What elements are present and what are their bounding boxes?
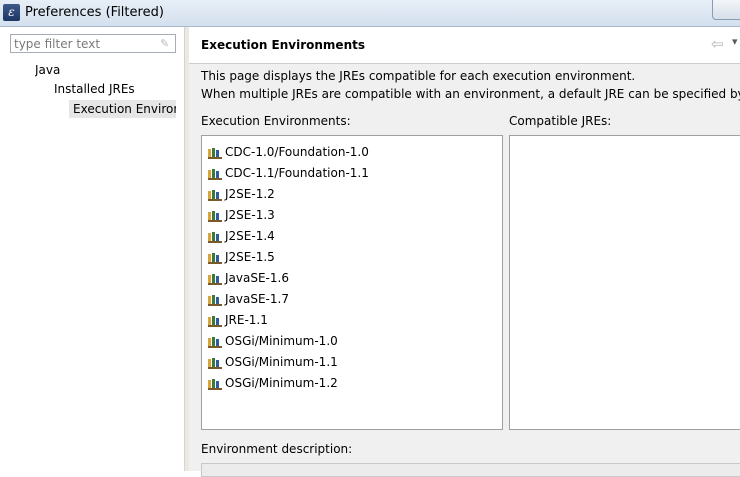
list-item-label: CDC-1.0/Foundation-1.0 — [225, 145, 369, 159]
compatible-jres-label: Compatible JREs: — [509, 114, 612, 128]
tree-item-execution-environments[interactable]: Execution Environments — [69, 100, 176, 118]
list-item[interactable]: OSGi/Minimum-1.1 — [208, 352, 338, 373]
list-item-label: OSGi/Minimum-1.2 — [225, 376, 338, 390]
list-item[interactable]: CDC-1.0/Foundation-1.0 — [208, 142, 369, 163]
list-item-label: J2SE-1.5 — [225, 250, 275, 264]
list-item[interactable]: JRE-1.1 — [208, 310, 268, 331]
tree-item-installed-jres[interactable]: Installed JREs — [54, 80, 135, 98]
list-item[interactable]: JavaSE-1.6 — [208, 268, 289, 289]
list-item[interactable]: CDC-1.1/Foundation-1.1 — [208, 163, 369, 184]
back-arrow-icon[interactable]: ⇦ — [711, 35, 724, 53]
preference-page: Execution Environments ⇦ ▾ This page dis… — [189, 27, 740, 477]
jre-library-icon — [208, 294, 222, 306]
list-item[interactable]: J2SE-1.3 — [208, 205, 275, 226]
list-item-label: OSGi/Minimum-1.0 — [225, 334, 338, 348]
clear-filter-icon[interactable]: ✎ — [160, 37, 173, 50]
list-item-label: JavaSE-1.7 — [225, 292, 289, 306]
page-title: Execution Environments — [201, 38, 365, 52]
filter-input[interactable] — [10, 34, 176, 53]
list-item[interactable]: J2SE-1.4 — [208, 226, 275, 247]
eclipse-icon: ε — [3, 4, 20, 21]
jre-library-icon — [208, 357, 222, 369]
jre-library-icon — [208, 378, 222, 390]
page-header: Execution Environments ⇦ ▾ — [189, 27, 740, 64]
jre-library-icon — [208, 189, 222, 201]
list-item[interactable]: J2SE-1.5 — [208, 247, 275, 268]
jre-library-icon — [208, 147, 222, 159]
title-bar: ε Preferences (Filtered) — [0, 0, 740, 27]
environment-description-field — [201, 463, 740, 477]
jre-library-icon — [208, 315, 222, 327]
list-item-label: J2SE-1.4 — [225, 229, 275, 243]
jre-library-icon — [208, 210, 222, 222]
page-description-line2: When multiple JREs are compatible with a… — [201, 87, 740, 101]
page-description-line1: This page displays the JREs compatible f… — [201, 69, 636, 83]
jre-library-icon — [208, 168, 222, 180]
preference-tree-pane: ✎ Java Installed JREs Execution Environm… — [0, 27, 184, 471]
window-title: Preferences (Filtered) — [25, 5, 164, 20]
list-item-label: J2SE-1.2 — [225, 187, 275, 201]
jre-library-icon — [208, 336, 222, 348]
tree-item-java[interactable]: Java — [35, 61, 60, 79]
compatible-jres-list[interactable] — [509, 135, 740, 430]
list-item-label: J2SE-1.3 — [225, 208, 275, 222]
jre-library-icon — [208, 252, 222, 264]
list-item-label: OSGi/Minimum-1.1 — [225, 355, 338, 369]
forward-dropdown-icon[interactable]: ▾ — [732, 35, 738, 48]
list-item[interactable]: OSGi/Minimum-1.2 — [208, 373, 338, 394]
list-item-label: JRE-1.1 — [225, 313, 268, 327]
window-close-button[interactable] — [712, 0, 740, 20]
list-item[interactable]: JavaSE-1.7 — [208, 289, 289, 310]
execution-environments-list[interactable]: CDC-1.0/Foundation-1.0 CDC-1.1/Foundation… — [201, 135, 503, 430]
list-item[interactable]: J2SE-1.2 — [208, 184, 275, 205]
jre-library-icon — [208, 273, 222, 285]
list-item-label: JavaSE-1.6 — [225, 271, 289, 285]
list-item-label: CDC-1.1/Foundation-1.1 — [225, 166, 369, 180]
execution-environments-label: Execution Environments: — [201, 114, 351, 128]
jre-library-icon — [208, 231, 222, 243]
list-item[interactable]: OSGi/Minimum-1.0 — [208, 331, 338, 352]
environment-description-label: Environment description: — [201, 442, 353, 456]
